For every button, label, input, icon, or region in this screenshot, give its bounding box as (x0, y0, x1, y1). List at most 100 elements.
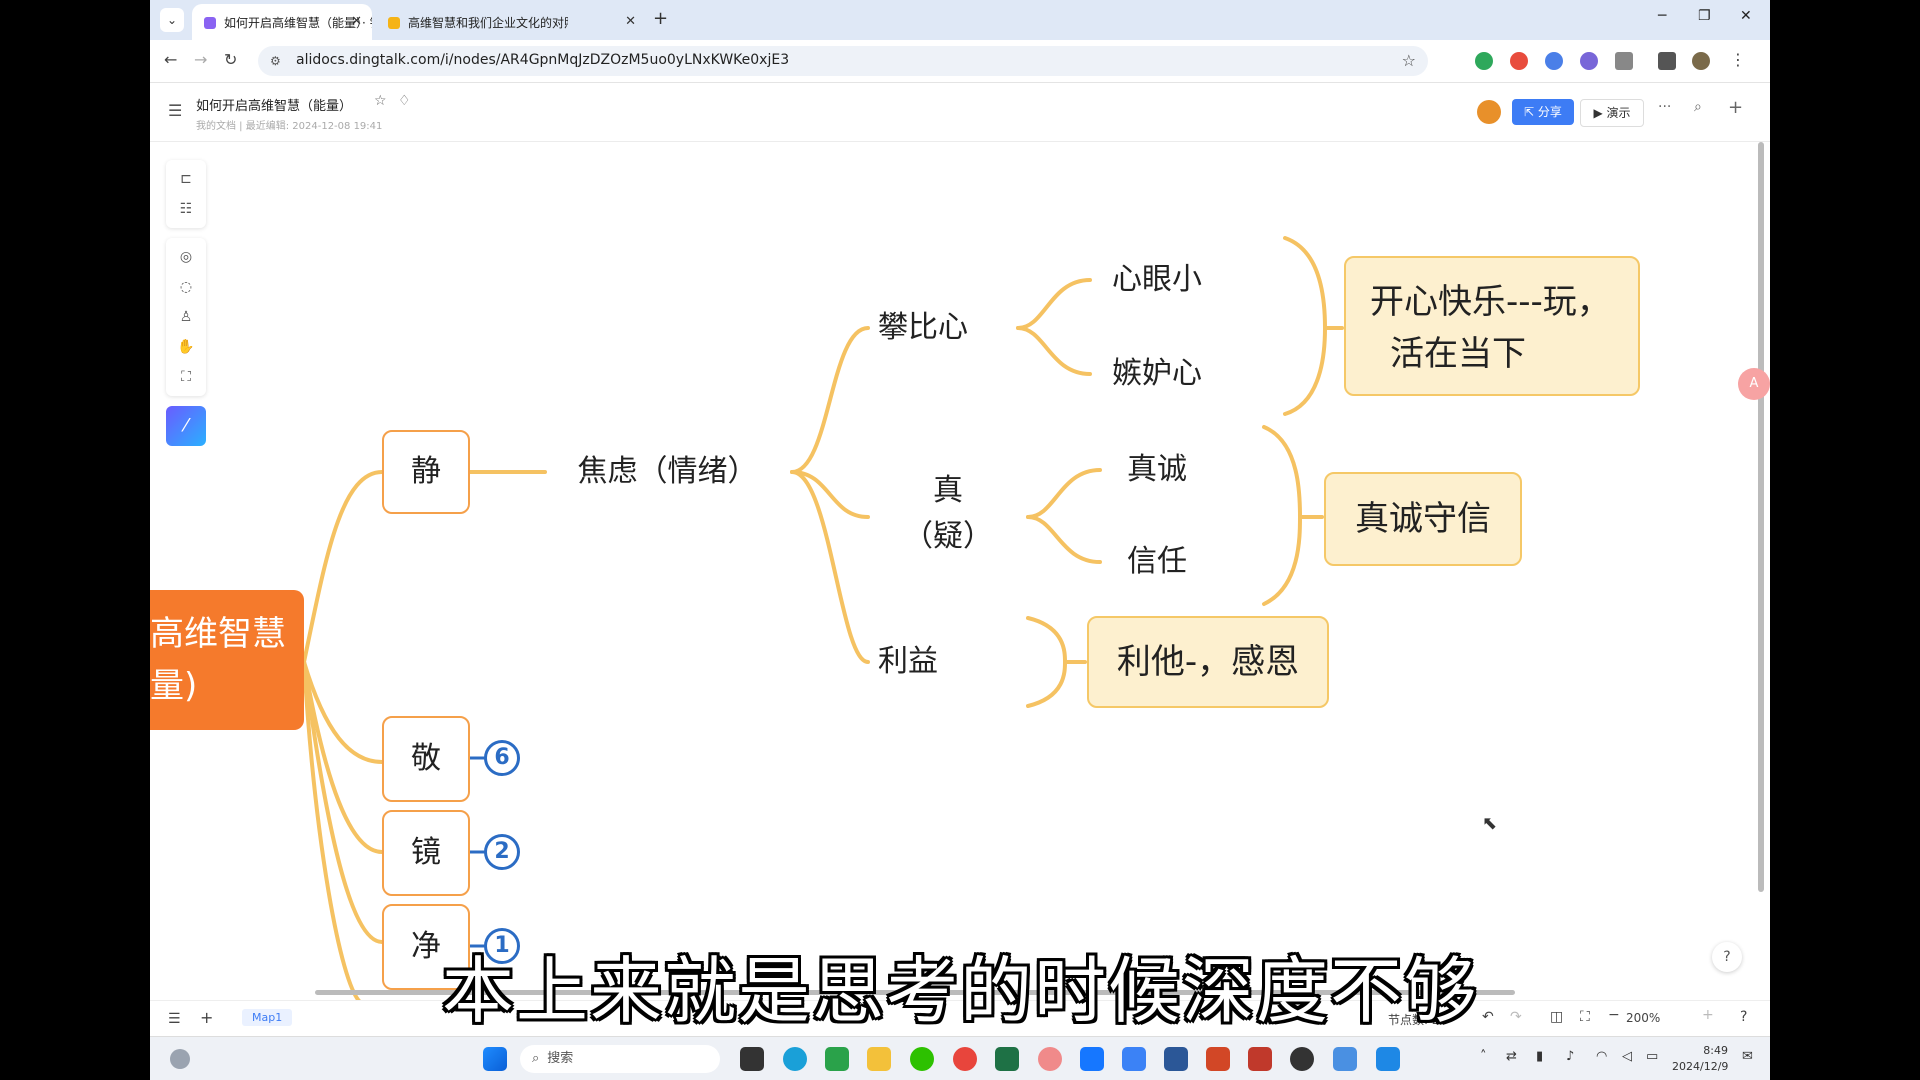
excel-icon[interactable] (995, 1047, 1019, 1071)
note-happy[interactable]: 开心快乐---玩， 活在当下 (1344, 256, 1640, 396)
widgets-icon[interactable] (170, 1049, 190, 1069)
outline-icon[interactable]: ☷ (166, 194, 206, 224)
windows-taskbar: ⌕ 搜索 ˄ ⇄ ▮ ♪ ◠ ◁ ▭ 8:49 2024/12/9 ✉ (150, 1036, 1770, 1080)
close-window-button[interactable]: ✕ (1740, 8, 1752, 24)
url-field[interactable]: ⚙ alidocs.dingtalk.com/i/nodes/AR4GpnMqJ… (258, 46, 1428, 76)
more-options-icon[interactable]: ··· (1658, 99, 1671, 115)
mouse-cursor-icon: ⬉ (1482, 813, 1498, 834)
outline-menu-icon[interactable]: ☰ (168, 101, 182, 120)
fullscreen-icon[interactable]: ⛶ (166, 362, 206, 392)
node-label: 攀比心 (878, 310, 968, 345)
back-icon[interactable]: ← (164, 50, 177, 69)
node-jing[interactable]: 静 (382, 430, 470, 514)
structure-icon[interactable]: ⊏ (166, 164, 206, 194)
taskbar-search-box[interactable]: ⌕ 搜索 (520, 1045, 720, 1073)
theme-palette-icon[interactable]: ◎ (166, 242, 206, 272)
extensions-puzzle-icon[interactable] (1615, 52, 1633, 70)
close-tab-icon[interactable]: ✕ (625, 4, 636, 40)
tray-icon[interactable]: ▮ (1536, 1049, 1543, 1065)
file-explorer-icon[interactable] (867, 1047, 891, 1071)
media-player-icon[interactable] (1290, 1047, 1314, 1071)
translate-icon[interactable] (1545, 52, 1563, 70)
bookmark-star-icon[interactable]: ☆ (1402, 51, 1416, 70)
notification-bell-icon[interactable]: ♢ (398, 93, 411, 109)
new-tab-button[interactable]: + (653, 8, 668, 29)
node-zhen[interactable]: 真 （疑） (868, 468, 1028, 560)
collaborator-icon[interactable]: ♙ (166, 302, 206, 332)
tray-icon[interactable]: ⇄ (1506, 1049, 1517, 1065)
root-node[interactable]: 高维智慧 量) (150, 590, 304, 730)
tab-title: 如何开启高维智慧（能量）· 钉 (224, 15, 372, 30)
tab-inactive[interactable]: 高维智慧和我们企业文化的对照 ✕ (376, 4, 646, 40)
tray-chevron-icon[interactable]: ˄ (1480, 1049, 1487, 1065)
document-title[interactable]: 如何开启高维智慧（能量） (196, 95, 352, 114)
node-jing-respect[interactable]: 敬 (382, 716, 470, 802)
app-icon[interactable] (825, 1047, 849, 1071)
node-zhencheng[interactable]: 真诚 (1102, 448, 1212, 492)
video-meeting-icon[interactable] (1376, 1047, 1400, 1071)
windows-start-icon[interactable] (483, 1047, 507, 1071)
dingtalk-icon[interactable] (1080, 1047, 1104, 1071)
dingtalk-doc-icon (204, 16, 216, 29)
site-info-icon[interactable]: ⚙ (270, 54, 281, 68)
edge-icon[interactable] (783, 1047, 807, 1071)
wechat-icon[interactable] (910, 1047, 934, 1071)
document-header: ☰ 如何开启高维智慧（能量） ☆ ♢ 我的文档 | 最近编辑: 2024-12-… (150, 83, 1770, 142)
mindmap-canvas[interactable]: 高维智慧 量) 静 焦虑（情绪） 攀比心 心眼小 嫉妒心 开心快乐---玩， 活… (150, 142, 1770, 1002)
tab-search-button[interactable]: ⌄ (160, 8, 184, 32)
extension-icon[interactable] (1475, 52, 1493, 70)
present-button[interactable]: ▶ 演示 (1580, 99, 1644, 127)
browser-window: ⌄ 如何开启高维智慧（能量）· 钉 ✕ 高维智慧和我们企业文化的对照 ✕ + ─… (150, 0, 1770, 1080)
tab-active[interactable]: 如何开启高维智慧（能量）· 钉 ✕ (192, 4, 372, 40)
profile-avatar[interactable] (1692, 52, 1710, 70)
collaborator-avatar[interactable] (1477, 100, 1501, 124)
word-icon[interactable] (1164, 1047, 1188, 1071)
vertical-scrollbar[interactable] (1758, 142, 1764, 892)
restore-button[interactable]: ❐ (1698, 8, 1711, 24)
collapsed-count-badge[interactable]: 6 (484, 740, 520, 776)
extension-icon[interactable] (1580, 52, 1598, 70)
ai-magic-wand-icon[interactable]: ⁄ (166, 406, 206, 446)
present-label: 演示 (1606, 106, 1631, 120)
node-liyi[interactable]: 利益 (868, 640, 1008, 684)
hand-pan-icon[interactable]: ✋ (166, 332, 206, 362)
notification-icon[interactable]: ✉ (1742, 1049, 1753, 1065)
node-jiduxin[interactable]: 嫉妒心 (1092, 352, 1222, 396)
note-lita[interactable]: 利他-，感恩 (1087, 616, 1329, 708)
floating-assistant-button[interactable]: A (1738, 368, 1770, 400)
wifi-icon[interactable]: ◠ (1596, 1049, 1607, 1065)
clock[interactable]: 8:49 2024/12/9 (1672, 1043, 1728, 1075)
close-tab-icon[interactable]: ✕ (351, 4, 362, 40)
add-icon[interactable]: + (1728, 97, 1743, 118)
node-xinren[interactable]: 信任 (1102, 540, 1212, 584)
volume-icon[interactable]: ◁ (1622, 1049, 1632, 1065)
reading-list-icon[interactable] (1658, 52, 1676, 70)
powerpoint-icon[interactable] (1206, 1047, 1230, 1071)
battery-icon[interactable]: ▭ (1646, 1049, 1658, 1065)
share-button[interactable]: ⇱ 分享 (1512, 99, 1574, 125)
address-bar-row: ← → ↻ ⚙ alidocs.dingtalk.com/i/nodes/AR4… (150, 40, 1770, 83)
more-menu-icon[interactable]: ⋮ (1730, 50, 1746, 69)
task-view-icon[interactable] (740, 1047, 764, 1071)
collapsed-count-badge[interactable]: 2 (484, 834, 520, 870)
microphone-icon[interactable]: ♪ (1566, 1049, 1574, 1065)
video-subtitle: 本上来就是思考的时候深度不够 (441, 949, 1478, 1033)
recorder-icon[interactable] (1038, 1047, 1062, 1071)
notepad-icon[interactable] (1333, 1047, 1357, 1071)
chrome-icon[interactable] (953, 1047, 977, 1071)
reload-icon[interactable]: ↻ (224, 50, 237, 69)
app-icon[interactable] (1248, 1047, 1272, 1071)
node-panbixin[interactable]: 攀比心 (868, 306, 1028, 350)
maps-icon[interactable] (1122, 1047, 1146, 1071)
favorite-star-icon[interactable]: ☆ (374, 93, 387, 109)
node-jing-mirror[interactable]: 镜 (382, 810, 470, 896)
clock-date: 2024/12/9 (1672, 1060, 1729, 1073)
forward-icon[interactable]: → (194, 50, 207, 69)
minimize-button[interactable]: ─ (1658, 8, 1666, 24)
node-anxiety[interactable]: 焦虑（情绪） (545, 450, 790, 494)
comment-icon[interactable]: ◌ (166, 272, 206, 302)
extension-icon[interactable] (1510, 52, 1528, 70)
note-zhencheng-shouxin[interactable]: 真诚守信 (1324, 472, 1522, 566)
search-icon[interactable]: ⌕ (1694, 99, 1702, 115)
node-xinyanxiao[interactable]: 心眼小 (1092, 258, 1222, 302)
